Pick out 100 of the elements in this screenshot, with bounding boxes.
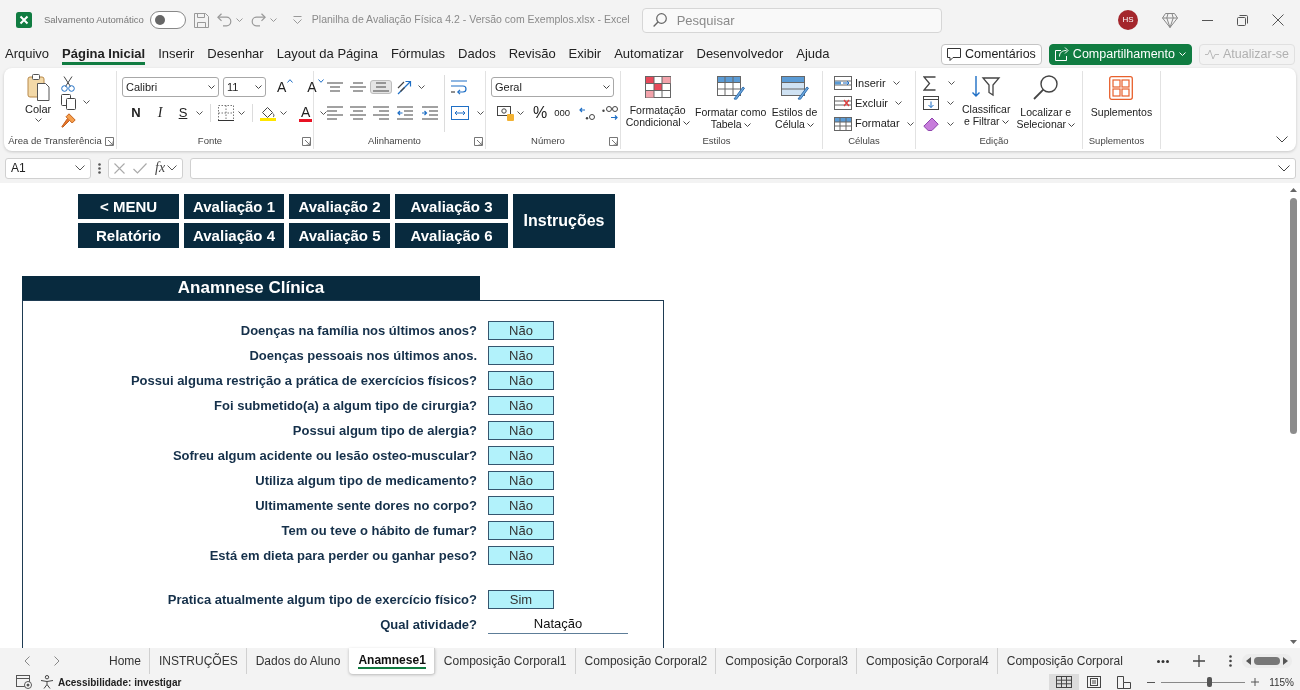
save-icon[interactable] <box>193 12 209 28</box>
sheet-tab[interactable]: Composição Corporal <box>997 648 1132 674</box>
menu-tab[interactable]: Layout da Página <box>276 42 378 66</box>
caret-icon[interactable] <box>280 111 287 115</box>
dialog-launcher-icon[interactable] <box>104 137 114 146</box>
percent-button[interactable]: % <box>531 102 550 124</box>
menu-tab[interactable]: Fórmulas <box>390 42 446 66</box>
sheet-tab[interactable]: INSTRUÇÕES <box>150 648 247 674</box>
restore-icon[interactable] <box>1237 14 1248 26</box>
italic-button[interactable]: I <box>150 102 170 124</box>
underline-button[interactable]: S <box>174 103 192 123</box>
answer-cell[interactable]: Não <box>488 446 554 465</box>
caret-icon[interactable] <box>477 111 484 115</box>
scroll-down-icon[interactable] <box>1290 640 1297 644</box>
merge-cells-icon[interactable] <box>451 106 469 120</box>
number-format-field[interactable]: Geral <box>491 77 614 97</box>
sheet-tab[interactable]: Dados do Aluno <box>246 648 350 674</box>
caret-icon[interactable] <box>196 111 203 115</box>
autosave-toggle[interactable] <box>149 11 186 29</box>
nav-button[interactable]: < MENU <box>78 194 179 219</box>
conditional-formatting-button[interactable]: Formatação Condicional <box>623 74 692 134</box>
zoom-slider-thumb[interactable] <box>1207 677 1213 687</box>
answer-cell[interactable]: Sim <box>488 590 554 609</box>
font-size-field[interactable]: 11 <box>223 77 266 97</box>
ellipsis-icon[interactable] <box>1157 659 1169 663</box>
answer-cell[interactable]: Não <box>488 471 554 490</box>
check-icon[interactable] <box>133 162 147 174</box>
menu-tab[interactable]: Ajuda <box>796 42 830 66</box>
sheet-tab[interactable]: Composição Corporal4 <box>857 648 998 674</box>
scrollbar-thumb[interactable] <box>1290 198 1297 434</box>
sheet-tab[interactable]: Composição Corporal2 <box>575 648 717 674</box>
menu-tab[interactable]: Arquivo <box>5 42 50 66</box>
fill-down-icon[interactable] <box>923 96 939 111</box>
borders-icon[interactable] <box>218 105 234 121</box>
horizontal-scrollbar[interactable] <box>1242 654 1292 668</box>
sheet-tab[interactable]: Composição Corporal3 <box>716 648 857 674</box>
search-field[interactable]: Pesquisar <box>641 7 942 33</box>
caret-icon[interactable] <box>895 101 902 106</box>
nav-button[interactable]: Avaliação 5 <box>289 223 390 248</box>
user-avatar[interactable]: HS <box>1118 10 1138 30</box>
menu-tab[interactable]: Inserir <box>158 42 195 66</box>
increase-indent-icon[interactable] <box>422 106 438 120</box>
shrink-font-button[interactable]: A <box>304 77 327 97</box>
menu-tab[interactable]: Desenhar <box>207 42 264 66</box>
scrollbar-thumb[interactable] <box>1254 657 1280 665</box>
insert-cells-button[interactable]: Inserir <box>831 74 889 93</box>
copy-icon[interactable] <box>61 94 77 111</box>
answer-cell[interactable]: Não <box>488 546 554 565</box>
add-ins-button[interactable]: Suplementos <box>1088 74 1155 134</box>
answer-cell[interactable]: Não <box>488 521 554 540</box>
nav-button[interactable]: Instruções <box>513 194 615 248</box>
expand-icon[interactable] <box>1278 164 1290 172</box>
caret-icon[interactable] <box>238 111 245 115</box>
zoom-percentage[interactable]: 115% <box>1269 674 1294 690</box>
wrap-text-icon[interactable] <box>451 79 467 95</box>
font-color-button[interactable]: A <box>295 103 317 123</box>
answer-cell[interactable]: Não <box>488 321 554 340</box>
align-middle-button[interactable] <box>347 80 369 94</box>
minimize-icon[interactable] <box>1202 19 1213 21</box>
caret-icon[interactable] <box>892 81 900 86</box>
caret-icon[interactable] <box>948 81 955 86</box>
scroll-right-icon[interactable] <box>1283 657 1288 665</box>
sum-icon[interactable] <box>923 75 936 91</box>
answer-cell[interactable]: Não <box>488 346 554 365</box>
menu-tab[interactable]: Automatizar <box>614 42 684 66</box>
bold-button[interactable]: N <box>126 103 146 123</box>
answer-cell[interactable]: Não <box>488 421 554 440</box>
delete-cells-button[interactable]: Excluir <box>831 94 891 113</box>
spreadsheet-logo-icon[interactable] <box>16 12 32 28</box>
sheet-tab[interactable]: Composição Corporal1 <box>434 648 576 674</box>
close-icon[interactable] <box>1272 14 1284 26</box>
caret-icon[interactable] <box>418 85 425 89</box>
menu-tab[interactable]: Dados <box>458 42 496 66</box>
nav-button[interactable]: Avaliação 3 <box>395 194 508 219</box>
dialog-launcher-icon[interactable] <box>301 137 311 146</box>
vertical-ellipsis-icon[interactable] <box>1229 655 1232 667</box>
chevron-left-icon[interactable] <box>24 656 30 666</box>
nav-button[interactable]: Relatório <box>78 223 179 248</box>
thousands-separator-button[interactable]: 000 <box>552 106 573 120</box>
drag-handle-icon[interactable] <box>98 162 101 174</box>
fill-color-icon[interactable] <box>260 105 276 121</box>
paste-button[interactable]: Colar <box>23 71 54 134</box>
paintbrush-icon[interactable] <box>61 113 77 129</box>
caret-icon[interactable] <box>947 121 954 126</box>
eraser-icon[interactable] <box>923 116 939 131</box>
caret-icon[interactable] <box>947 101 954 106</box>
chevron-right-icon[interactable] <box>54 656 60 666</box>
nav-button[interactable]: Avaliação 6 <box>395 223 508 248</box>
caret-icon[interactable] <box>320 111 328 115</box>
font-name-field[interactable]: Calibri <box>122 77 219 97</box>
answer-cell[interactable]: Não <box>488 396 554 415</box>
caret-icon[interactable] <box>517 111 524 115</box>
answer-cell[interactable]: Não <box>488 496 554 515</box>
text-orientation-icon[interactable] <box>397 79 413 95</box>
dialog-launcher-icon[interactable] <box>473 137 483 146</box>
decrease-decimal-icon[interactable] <box>579 106 596 120</box>
menu-tab[interactable]: Desenvolvedor <box>696 42 784 66</box>
cell-styles-button[interactable]: Estilos de Célula <box>769 74 820 134</box>
decrease-indent-icon[interactable] <box>397 106 413 120</box>
format-cells-button[interactable]: Formatar <box>831 114 903 133</box>
